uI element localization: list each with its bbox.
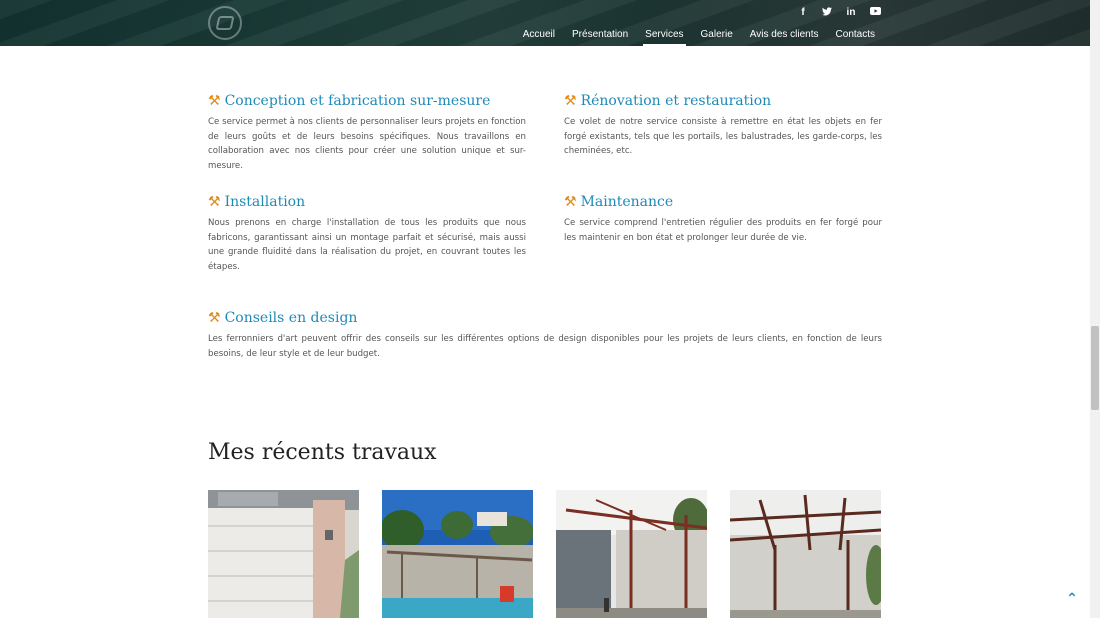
twitter-icon[interactable] [822, 7, 832, 19]
service-title: ⚒ Conception et fabrication sur-mesure [208, 93, 526, 109]
service-title: ⚒ Installation [208, 194, 526, 210]
work-thumbnail[interactable] [208, 490, 359, 618]
main-nav: Accueil Présentation Services Galerie Av… [523, 29, 875, 46]
pergola-structure-photo [730, 490, 881, 618]
logo-mark [215, 16, 235, 30]
twitter-bird-shape [822, 7, 832, 16]
tools-icon: ⚒ [564, 194, 577, 210]
service-title-text: Rénovation et restauration [580, 93, 772, 109]
service-title: ⚒ Rénovation et restauration [564, 93, 882, 109]
pergola-pool-photo [382, 490, 533, 618]
nav-accueil[interactable]: Accueil [523, 29, 555, 46]
tools-icon: ⚒ [564, 93, 577, 109]
service-description: Les ferronniers d'art peuvent offrir des… [208, 334, 882, 359]
service-maintenance: ⚒ Maintenance Ce service comprend l'entre… [564, 194, 882, 245]
facebook-icon[interactable]: f [798, 7, 808, 19]
scrollbar-thumb[interactable] [1091, 326, 1099, 410]
work-thumbnail[interactable] [730, 490, 881, 618]
service-description: Ce service comprend l'entretien régulier… [564, 218, 882, 243]
site-logo[interactable] [208, 6, 242, 40]
gate-photo [208, 490, 359, 618]
nav-services[interactable]: Services [643, 29, 686, 46]
section-title: Mes récents travaux [208, 440, 437, 465]
work-thumbnail[interactable] [382, 490, 533, 618]
nav-avis-clients[interactable]: Avis des clients [750, 29, 819, 46]
service-title-text: Installation [224, 194, 306, 210]
back-to-top-chevron-up-icon[interactable]: ⌃ [1062, 590, 1082, 608]
service-title: ⚒ Conseils en design [208, 310, 882, 326]
service-description: Ce volet de notre service consiste à rem… [564, 117, 882, 157]
service-title-text: Conseils en design [224, 310, 358, 326]
service-installation: ⚒ Installation Nous prenons en charge l'i… [208, 194, 526, 274]
linkedin-icon[interactable]: in [846, 7, 856, 19]
tools-icon: ⚒ [208, 194, 221, 210]
site-header: f in Accueil Présentation Services Galer… [0, 0, 1090, 46]
service-description: Ce service permet à nos clients de perso… [208, 117, 526, 171]
service-title: ⚒ Maintenance [564, 194, 882, 210]
nav-presentation[interactable]: Présentation [572, 29, 628, 46]
service-title-text: Conception et fabrication sur-mesure [224, 93, 491, 109]
tools-icon: ⚒ [208, 310, 221, 326]
work-thumbnail[interactable] [556, 490, 707, 618]
youtube-icon[interactable] [870, 7, 881, 19]
service-title-text: Maintenance [580, 194, 674, 210]
works-gallery [208, 490, 881, 618]
steel-frame-photo [556, 490, 707, 618]
service-conseils: ⚒ Conseils en design Les ferronniers d'ar… [208, 310, 882, 361]
youtube-play-shape [870, 7, 881, 15]
nav-galerie[interactable]: Galerie [701, 29, 733, 46]
social-links: f in [798, 7, 881, 19]
nav-contacts[interactable]: Contacts [836, 29, 875, 46]
service-conception: ⚒ Conception et fabrication sur-mesure Ce… [208, 93, 526, 173]
tools-icon: ⚒ [208, 93, 221, 109]
service-renovation: ⚒ Rénovation et restauration Ce volet de … [564, 93, 882, 159]
service-description: Nous prenons en charge l'installation de… [208, 218, 526, 272]
page-scrollbar[interactable] [1090, 0, 1100, 618]
